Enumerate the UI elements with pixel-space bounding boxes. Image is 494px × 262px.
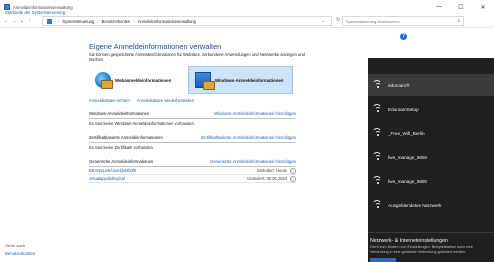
network-quick-actions	[368, 258, 494, 262]
section-label: Zertifikatbasierte Anmeldeinformationen	[89, 135, 163, 140]
network-name: fwe_manage_9650	[388, 154, 428, 160]
network-settings-link[interactable]: Netzwerk- & Interneteinstellungen	[370, 238, 448, 244]
wifi-icon	[372, 104, 382, 114]
sidebar-link-control-panel-home[interactable]: Startseite der Systemsteuerung	[5, 10, 65, 15]
empty-message: Es sind keine Windows-Anmeldeinformation…	[89, 121, 196, 126]
control-panel-icon	[47, 18, 52, 24]
expand-chevron-icon[interactable]: ⌄	[290, 167, 296, 174]
page-title: Eigene Anmeldeinformationen verwalten	[89, 42, 222, 51]
search-icon: ⌕	[457, 18, 460, 24]
wifi-icon	[372, 152, 382, 162]
network-name: eduroam®	[388, 82, 410, 88]
certificate-credentials-section: Zertifikatbasierte Anmeldeinformationen …	[89, 135, 296, 150]
expand-chevron-icon[interactable]: ⌄	[290, 175, 296, 182]
network-name: fwe_manage_9680	[388, 178, 428, 184]
breadcrumb-control-panel[interactable]: Systemsteuerung	[62, 19, 94, 24]
backup-credentials-link[interactable]: Anmeldedaten sichern	[89, 98, 130, 103]
network-item[interactable]: EduroamSetup	[368, 98, 494, 120]
minimize-button[interactable]: —	[428, 0, 450, 14]
network-name: EduroamSetup	[388, 106, 419, 112]
address-bar-row: ← → ⌄ ↑ › Systemsteuerung › Benutzerkont…	[0, 14, 494, 28]
windows-vault-icon	[195, 72, 215, 90]
credential-row[interactable]: virtualapp/didlogical Geändert: 30.06.20…	[89, 175, 296, 183]
wifi-icon	[372, 176, 382, 186]
refresh-icon[interactable]: ↻	[336, 17, 340, 23]
title-bar: Anmeldeinformationsverwaltung — ☐ ✕	[0, 0, 494, 14]
network-item[interactable]: Ausgeblendetes Netzwerk	[368, 194, 494, 216]
windows-credentials-label: Windows-Anmeldeinformationen	[215, 77, 284, 83]
credential-name[interactable]: BEANSLink/user@d4b0f0	[89, 168, 136, 173]
section-header: Generische Anmeldeinformationen Generisc…	[89, 159, 296, 167]
credential-name[interactable]: virtualapp/didlogical	[89, 176, 125, 181]
windows-credentials-section: Windows-Anmeldeinformationen Windows-Anm…	[89, 111, 296, 126]
breadcrumb-separator: ›	[97, 18, 99, 24]
search-placeholder: Systemsteuerung durchsuchen	[346, 18, 400, 24]
credential-modified: Geändert: 30.06.2023 ⌄	[247, 175, 296, 182]
maximize-button[interactable]: ☐	[450, 0, 472, 14]
wifi-secured-icon	[372, 200, 382, 210]
close-button[interactable]: ✕	[472, 0, 494, 14]
search-input[interactable]: Systemsteuerung durchsuchen ⌕	[342, 16, 464, 26]
breadcrumb[interactable]: › Systemsteuerung › Benutzerkonten › Anm…	[42, 16, 332, 26]
network-settings-description: Dient zum Ändern von Einstellungen. Beis…	[370, 245, 473, 254]
help-icon[interactable]: ?	[400, 33, 407, 40]
web-credentials-label: Webanmeldeinformationen	[115, 77, 172, 83]
wifi-secured-icon	[372, 80, 382, 90]
wifi-toggle-button[interactable]	[370, 258, 396, 262]
web-credentials-tab[interactable]: Webanmeldeinformationen	[89, 66, 187, 94]
breadcrumb-separator: ›	[133, 18, 135, 24]
add-windows-credential-link[interactable]: Windows-Anmeldeinformationen hinzufügen	[214, 111, 296, 116]
add-certificate-credential-link[interactable]: Zertifikatbasierte Anmeldeinformationen …	[201, 135, 296, 140]
section-label: Generische Anmeldeinformationen	[89, 159, 154, 164]
section-label: Windows-Anmeldeinformationen	[89, 111, 150, 116]
recent-locations-chevron-icon[interactable]: ⌄	[18, 18, 26, 24]
back-arrow-icon[interactable]: ←	[2, 18, 10, 24]
sidebar-see-also-heading: Siehe auch	[5, 243, 26, 248]
credential-manager-window: Anmeldeinformationsverwaltung — ☐ ✕ ← → …	[0, 0, 494, 262]
window-title: Anmeldeinformationsverwaltung	[13, 4, 73, 10]
network-item[interactable]: _Free_Wifi_Berlin	[368, 122, 494, 144]
generic-credentials-section: Generische Anmeldeinformationen Generisc…	[89, 159, 296, 183]
network-item[interactable]: eduroam®	[368, 74, 494, 96]
breadcrumb-credential-manager[interactable]: Anmeldeinformationsverwaltung	[138, 19, 196, 24]
breadcrumb-user-accounts[interactable]: Benutzerkonten	[102, 19, 131, 24]
section-header: Windows-Anmeldeinformationen Windows-Anm…	[89, 111, 296, 119]
restore-credentials-link[interactable]: Anmeldedaten wiederherstellen	[137, 98, 194, 103]
address-dropdown-icon[interactable]: ⌄	[322, 18, 325, 23]
windows-credentials-tab[interactable]: Windows-Anmeldeinformationen	[188, 66, 293, 94]
credential-date: Geändert: Heute	[256, 168, 287, 173]
wifi-icon	[372, 128, 382, 138]
network-item[interactable]: fwe_manage_9650	[368, 146, 494, 168]
breadcrumb-separator: ›	[58, 18, 60, 24]
network-flyout: eduroam® EduroamSetup _Free_Wifi_Berlin …	[368, 58, 494, 262]
network-name: Ausgeblendetes Netzwerk	[388, 202, 442, 208]
credential-row[interactable]: BEANSLink/user@d4b0f0 Geändert: Heute ⌄	[89, 167, 296, 175]
credential-modified: Geändert: Heute ⌄	[256, 167, 296, 174]
credential-date: Geändert: 30.06.2023	[247, 176, 287, 181]
up-arrow-icon[interactable]: ↑	[26, 18, 34, 24]
network-item[interactable]: fwe_manage_9680	[368, 170, 494, 192]
add-generic-credential-link[interactable]: Generische Anmeldeinformationen hinzufüg…	[210, 159, 296, 164]
page-description: Sie können gespeicherte Anmeldeinformati…	[89, 52, 305, 63]
sidebar	[0, 28, 78, 262]
globe-vault-icon	[95, 72, 113, 89]
sidebar-link-user-accounts[interactable]: Benutzerkonten	[5, 251, 35, 256]
section-header: Zertifikatbasierte Anmeldeinformationen …	[89, 135, 296, 143]
empty-message: Es sind keine Zertifikate vorhanden.	[89, 145, 155, 150]
backup-links: Anmeldedaten sichern Anmeldedaten wieder…	[89, 98, 200, 103]
network-name: _Free_Wifi_Berlin	[388, 130, 425, 136]
forward-arrow-icon[interactable]: →	[10, 18, 18, 24]
